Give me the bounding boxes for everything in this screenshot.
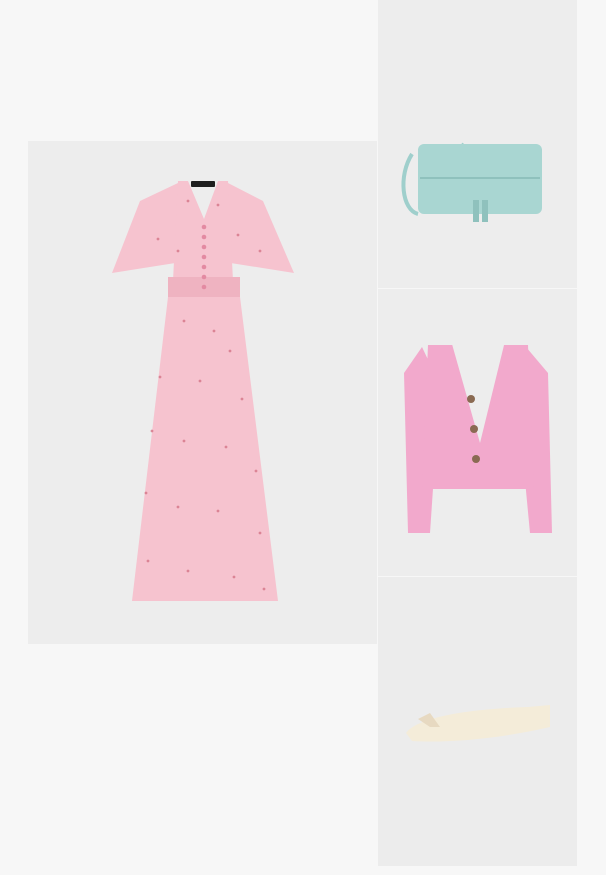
clutch-bag-image <box>401 142 542 222</box>
ballet-flat-image <box>406 705 550 742</box>
product-tile-bag[interactable] <box>378 0 577 288</box>
product-tile-shoes[interactable] <box>378 577 577 866</box>
product-tile-dress[interactable] <box>28 141 377 644</box>
product-tile-cardigan[interactable] <box>378 289 577 576</box>
floral-dress-image <box>112 181 294 601</box>
cardigan-image <box>404 337 552 533</box>
